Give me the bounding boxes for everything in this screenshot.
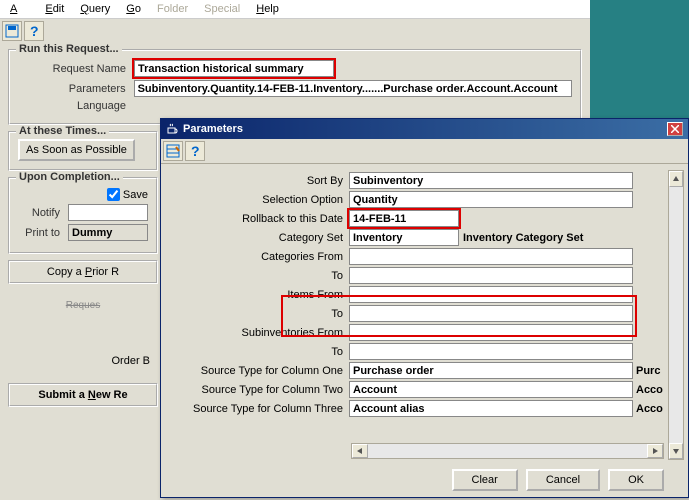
hscrollbar[interactable] <box>351 443 664 459</box>
label-notify: Notify <box>18 207 68 219</box>
menubar: A Edit Query Go Folder Special Help <box>0 0 590 19</box>
group-title-run: Run this Request... <box>16 43 122 55</box>
menu-action[interactable]: A <box>4 2 35 16</box>
clipped-text: Reques <box>8 296 158 315</box>
group-run-request: Run this Request... Request Name Paramet… <box>8 49 582 125</box>
label-subinv-from: Subinventories From <box>169 327 349 339</box>
input-request-name[interactable] <box>134 60 334 77</box>
text-src2-side: Acco <box>636 384 666 396</box>
label-cat-to: To <box>169 270 349 282</box>
label-order-b: Order B <box>8 355 158 367</box>
group-upon-completion: Upon Completion... Save Notify Print to <box>8 177 158 254</box>
menu-folder: Folder <box>151 2 194 16</box>
label-cat-from: Categories From <box>169 251 349 263</box>
label-src1: Source Type for Column One <box>169 365 349 377</box>
menu-help[interactable]: Help <box>250 2 285 16</box>
button-asap[interactable]: As Soon as Possible <box>18 139 135 161</box>
background-panel <box>590 0 689 120</box>
button-ok[interactable]: OK <box>608 469 664 491</box>
input-rollback-date[interactable] <box>349 210 459 227</box>
toolbar-icon-save[interactable] <box>2 21 22 41</box>
main-toolbar: ? <box>0 19 50 43</box>
dialog-title-text: Parameters <box>183 123 243 135</box>
dialog-button-row: Clear Cancel OK <box>452 469 664 491</box>
input-subinv-to[interactable] <box>349 343 633 360</box>
toolbar-icon-help[interactable]: ? <box>24 21 44 41</box>
input-items-from[interactable] <box>349 286 633 303</box>
group-title-complete: Upon Completion... <box>16 171 123 183</box>
input-src2[interactable] <box>349 381 633 398</box>
input-subinv-from[interactable] <box>349 324 633 341</box>
label-parameters: Parameters <box>18 83 134 95</box>
label-src2: Source Type for Column Two <box>169 384 349 396</box>
label-language: Language <box>18 100 134 112</box>
label-save: Save <box>123 189 148 201</box>
input-src3[interactable] <box>349 400 633 417</box>
dialog-toolbar-icon-form[interactable] <box>163 141 183 161</box>
button-cancel[interactable]: Cancel <box>526 469 600 491</box>
input-notify[interactable] <box>68 204 148 221</box>
checkbox-save[interactable] <box>107 188 120 201</box>
dialog-toolbar-icon-help[interactable]: ? <box>185 141 205 161</box>
scroll-left-icon[interactable] <box>352 444 368 458</box>
label-src3: Source Type for Column Three <box>169 403 349 415</box>
svg-text:?: ? <box>191 144 200 158</box>
scroll-down-icon[interactable] <box>669 443 683 459</box>
group-at-times: At these Times... As Soon as Possible <box>8 131 158 171</box>
group-title-times: At these Times... <box>16 125 109 137</box>
scroll-up-icon[interactable] <box>669 171 683 187</box>
text-src3-side: Acco <box>636 403 666 415</box>
input-cat-from[interactable] <box>349 248 633 265</box>
button-submit-new[interactable]: Submit a New Re <box>8 383 158 407</box>
label-items-from: Items From <box>169 289 349 301</box>
label-subinv-to: To <box>169 346 349 358</box>
text-catset-side: Inventory Category Set <box>463 232 583 244</box>
dialog-titlebar: Parameters <box>161 119 688 139</box>
label-request-name: Request Name <box>18 63 134 75</box>
input-selection[interactable] <box>349 191 633 208</box>
menu-go[interactable]: Go <box>120 2 147 16</box>
input-items-to[interactable] <box>349 305 633 322</box>
label-sort-by: Sort By <box>169 175 349 187</box>
button-copy-prior[interactable]: Copy a Prior R <box>8 260 158 284</box>
dialog-close-button[interactable] <box>667 122 683 136</box>
input-sort-by[interactable] <box>349 172 633 189</box>
label-printto: Print to <box>18 227 68 239</box>
menu-query[interactable]: Query <box>74 2 116 16</box>
label-selection: Selection Option <box>169 194 349 206</box>
java-icon <box>166 123 179 136</box>
input-catset[interactable] <box>349 229 459 246</box>
input-parameters[interactable] <box>134 80 572 97</box>
input-printto[interactable] <box>68 224 148 241</box>
button-clear[interactable]: Clear <box>452 469 518 491</box>
parameters-dialog: Parameters ? Sort By Selection Option Ro… <box>160 118 689 498</box>
vscrollbar[interactable] <box>668 170 684 460</box>
input-cat-to[interactable] <box>349 267 633 284</box>
menu-special: Special <box>198 2 246 16</box>
dialog-body: Sort By Selection Option Rollback to thi… <box>161 164 688 474</box>
input-src1[interactable] <box>349 362 633 379</box>
label-rollback: Rollback to this Date <box>169 213 349 225</box>
label-catset: Category Set <box>169 232 349 244</box>
scroll-right-icon[interactable] <box>647 444 663 458</box>
label-items-to: To <box>169 308 349 320</box>
text-src1-side: Purc <box>636 365 666 377</box>
menu-edit[interactable]: Edit <box>39 2 70 16</box>
svg-text:?: ? <box>30 24 39 38</box>
dialog-toolbar: ? <box>161 139 688 164</box>
